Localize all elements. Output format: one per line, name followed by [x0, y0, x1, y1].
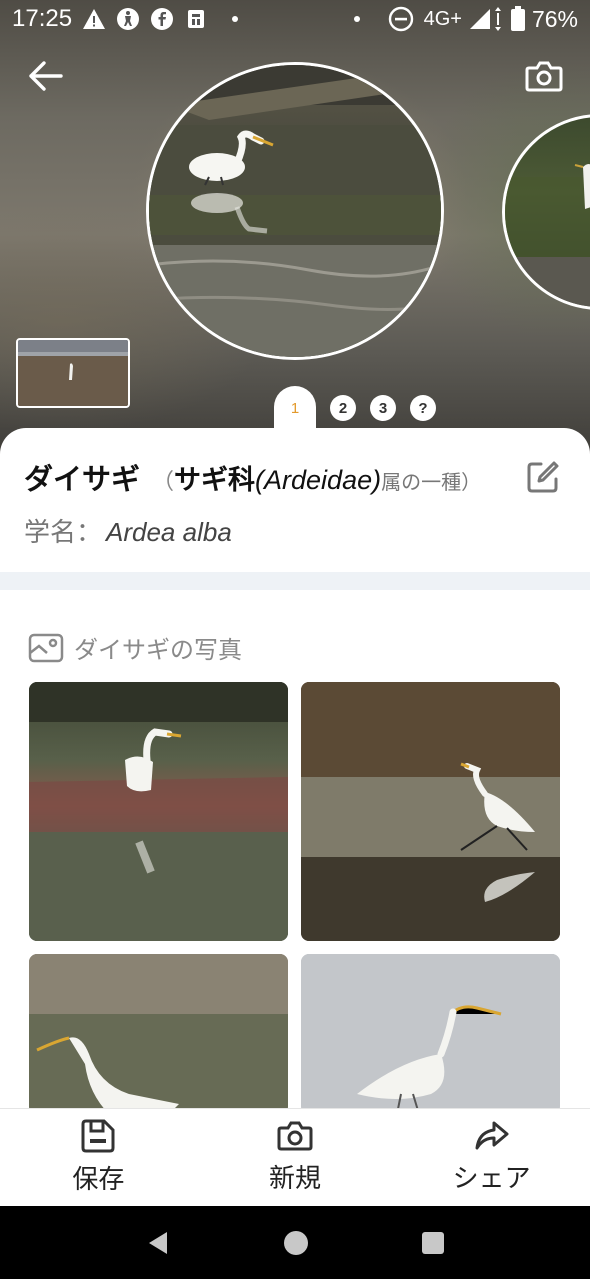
egret-photo-icon — [149, 65, 441, 357]
new-label: 新規 — [269, 1164, 322, 1194]
edit-icon — [527, 461, 559, 493]
network-type: 4G+ — [423, 7, 462, 30]
save-icon — [81, 1119, 115, 1153]
egret-photo-icon — [29, 954, 288, 1114]
egret-photo-icon — [301, 954, 560, 1114]
photos-section-header: ダイサギの写真 — [28, 630, 242, 665]
photo-hero: 17:25 4G+ 76% 1 2 3 ? — [0, 0, 590, 470]
species-name: ダイサギ — [24, 462, 141, 496]
accessibility-icon — [117, 8, 140, 30]
egret-silhouette-icon — [505, 164, 590, 307]
photos-section-title: ダイサギの写真 — [74, 636, 242, 664]
species-sheet: ダイサギ （ サギ科 (Ardeidae) 属の一種） 学名： Ardea al… — [0, 428, 590, 1208]
pager-tab-unknown[interactable]: ? — [410, 395, 436, 421]
scientific-name-label: 学名： — [24, 518, 103, 548]
camera-button[interactable] — [522, 54, 566, 98]
status-icons-right: 4G+ 76% — [353, 5, 578, 33]
family-name-ja: サギ科 — [174, 465, 256, 496]
pager-tab-3[interactable]: 3 — [370, 395, 396, 421]
nav-home-icon[interactable] — [282, 1229, 310, 1257]
scientific-name: Ardea alba — [106, 517, 232, 547]
photo-pager: 1 2 3 ? — [274, 386, 436, 430]
genus-note: 属の一種） — [381, 470, 482, 494]
battery-icon — [510, 6, 525, 31]
pager-tab-1[interactable]: 1 — [274, 386, 316, 430]
thumbnail-photo[interactable] — [16, 338, 130, 408]
egret-photo-icon — [301, 682, 560, 941]
nav-recents-icon[interactable] — [421, 1231, 445, 1255]
new-button[interactable]: 新規 — [197, 1109, 394, 1206]
egret-thumbnail-icon — [18, 340, 128, 406]
pager-tab-2[interactable]: 2 — [330, 395, 356, 421]
camera-icon — [277, 1121, 313, 1151]
share-button[interactable]: シェア — [393, 1109, 590, 1206]
facebook-icon — [151, 8, 174, 30]
camera-icon — [525, 61, 563, 92]
main-photo[interactable] — [146, 62, 444, 360]
gallery-photo-3[interactable] — [29, 954, 288, 1114]
notification-dot — [232, 16, 239, 22]
save-label: 保存 — [72, 1165, 125, 1195]
gallery-photo-4[interactable] — [301, 954, 560, 1114]
dnd-icon — [388, 6, 413, 32]
status-bar: 17:25 4G+ 76% — [0, 0, 590, 38]
share-icon — [475, 1121, 509, 1150]
warning-icon — [83, 9, 106, 29]
family-name-sci: (Ardeidae) — [255, 465, 382, 495]
notification-dot — [353, 16, 360, 22]
gallery-photo-1[interactable] — [29, 682, 288, 941]
arrow-left-icon — [29, 61, 63, 91]
nav-back-icon[interactable] — [145, 1230, 171, 1256]
species-title-row: ダイサギ （ サギ科 (Ardeidae) 属の一種） — [24, 456, 566, 498]
edit-button[interactable] — [526, 460, 560, 494]
next-photo-preview[interactable] — [502, 114, 590, 310]
image-icon — [28, 633, 64, 662]
bottom-action-bar: 保存 新規 シェア — [0, 1108, 590, 1206]
save-button[interactable]: 保存 — [0, 1109, 197, 1206]
clipboard-icon — [188, 10, 205, 28]
system-nav-bar — [0, 1206, 590, 1279]
scientific-name-row: 学名： Ardea alba — [24, 512, 232, 549]
back-button[interactable] — [24, 54, 68, 98]
gallery-photo-2[interactable] — [301, 682, 560, 941]
status-icons-left — [82, 7, 239, 31]
battery-level: 76% — [531, 5, 578, 32]
signal-icon — [469, 7, 501, 31]
egret-photo-icon — [29, 682, 288, 941]
section-divider — [0, 572, 590, 590]
paren-open: （ — [152, 470, 175, 495]
share-label: シェア — [452, 1164, 531, 1194]
status-time: 17:25 — [12, 5, 73, 32]
